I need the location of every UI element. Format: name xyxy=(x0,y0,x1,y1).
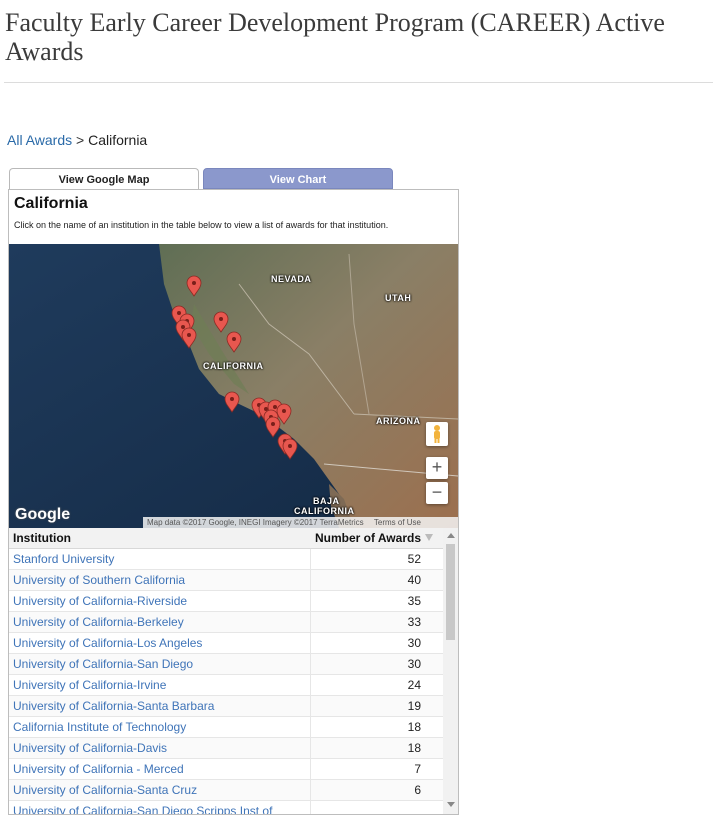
scroll-up-arrow-icon[interactable] xyxy=(447,533,455,538)
column-header-number-of-awards[interactable]: Number of Awards xyxy=(315,531,421,545)
institution-link[interactable]: University of California-Berkeley xyxy=(13,615,184,629)
award-count: 24 xyxy=(407,678,421,692)
scroll-thumb[interactable] xyxy=(446,544,455,640)
column-divider xyxy=(310,759,311,780)
map-label-utah: UTAH xyxy=(385,293,412,303)
awards-table: Institution Number of Awards Stanford Un… xyxy=(9,528,458,814)
map-attribution: Map data ©2017 Google, INEGI Imagery ©20… xyxy=(143,517,458,528)
breadcrumb: All Awards > California xyxy=(7,132,147,148)
table-row: University of California-Riverside 35 xyxy=(9,591,443,612)
table-scrollbar[interactable] xyxy=(443,528,458,814)
table-body: Stanford University 52 University of South… xyxy=(9,549,443,814)
column-divider xyxy=(310,738,311,759)
column-divider xyxy=(310,570,311,591)
map-panel: California Click on the name of an insti… xyxy=(8,189,459,815)
institution-link[interactable]: University of Southern California xyxy=(13,573,185,587)
table-row: University of California-Davis 18 xyxy=(9,738,443,759)
table-row: University of California-Santa Cruz 6 xyxy=(9,780,443,801)
column-divider xyxy=(310,696,311,717)
table-row: University of California-Irvine 24 xyxy=(9,675,443,696)
award-count: 35 xyxy=(407,594,421,608)
column-divider xyxy=(310,633,311,654)
column-divider xyxy=(310,654,311,675)
sort-descending-icon xyxy=(425,534,433,541)
map-label-baja: BAJA xyxy=(313,496,340,506)
google-map[interactable]: NEVADA UTAH CALIFORNIA ARIZONA BAJA CALI… xyxy=(9,244,458,528)
terms-of-use-link[interactable]: Terms of Use xyxy=(374,518,421,527)
column-divider xyxy=(310,612,311,633)
award-count: 40 xyxy=(407,573,421,587)
institution-link[interactable]: University of California-Irvine xyxy=(13,678,166,692)
table-row: University of California-San Diego 30 xyxy=(9,654,443,675)
column-divider xyxy=(310,549,311,570)
award-count: 30 xyxy=(407,657,421,671)
map-label-nevada: NEVADA xyxy=(271,274,312,284)
table-row: University of California-San Diego Scrip… xyxy=(9,801,443,814)
tab-view-google-map[interactable]: View Google Map xyxy=(9,168,199,190)
table-row: University of California-Los Angeles 30 xyxy=(9,633,443,654)
column-divider xyxy=(310,591,311,612)
map-terrain xyxy=(9,244,458,528)
award-count: 18 xyxy=(407,720,421,734)
institution-link[interactable]: California Institute of Technology xyxy=(13,720,186,734)
institution-link[interactable]: University of California - Merced xyxy=(13,762,184,776)
scroll-down-arrow-icon[interactable] xyxy=(447,802,455,807)
column-header-institution[interactable]: Institution xyxy=(13,531,71,545)
column-divider xyxy=(310,801,311,814)
table-row: University of Southern California 40 xyxy=(9,570,443,591)
institution-link[interactable]: University of California-Santa Cruz xyxy=(13,783,197,797)
column-divider xyxy=(310,717,311,738)
award-count: 6 xyxy=(414,783,421,797)
table-row: California Institute of Technology 18 xyxy=(9,717,443,738)
breadcrumb-all-awards-link[interactable]: All Awards xyxy=(7,132,72,148)
institution-link[interactable]: University of California-Riverside xyxy=(13,594,187,608)
award-count: 33 xyxy=(407,615,421,629)
panel-title: California xyxy=(14,195,88,212)
street-view-pegman-button[interactable] xyxy=(426,422,448,446)
breadcrumb-current: California xyxy=(88,132,148,148)
award-count: 18 xyxy=(407,741,421,755)
institution-link[interactable]: University of California-San Diego Scrip… xyxy=(13,804,272,814)
award-count: 52 xyxy=(407,552,421,566)
table-row: University of California-Santa Barbara 19 xyxy=(9,696,443,717)
award-count: 7 xyxy=(414,762,421,776)
title-divider xyxy=(4,82,713,83)
google-logo: Google xyxy=(15,506,71,523)
tab-view-chart[interactable]: View Chart xyxy=(203,168,393,189)
pegman-icon xyxy=(434,425,440,443)
map-label-arizona: ARIZONA xyxy=(376,416,421,426)
institution-link[interactable]: University of California-Santa Barbara xyxy=(13,699,214,713)
table-row: Stanford University 52 xyxy=(9,549,443,570)
breadcrumb-separator: > xyxy=(76,132,85,148)
zoom-in-button[interactable]: + xyxy=(426,457,448,479)
award-count: 19 xyxy=(407,699,421,713)
institution-link[interactable]: University of California-San Diego xyxy=(13,657,193,671)
award-count: 30 xyxy=(407,636,421,650)
map-label-baja-california: CALIFORNIA xyxy=(294,506,355,516)
panel-description: Click on the name of an institution in t… xyxy=(14,220,389,230)
institution-link[interactable]: University of California-Los Angeles xyxy=(13,636,202,650)
table-header: Institution Number of Awards xyxy=(9,528,443,549)
column-divider xyxy=(310,780,311,801)
table-row: University of California-Berkeley 33 xyxy=(9,612,443,633)
institution-link[interactable]: University of California-Davis xyxy=(13,741,167,755)
map-label-california: CALIFORNIA xyxy=(203,361,264,371)
institution-link[interactable]: Stanford University xyxy=(13,552,114,566)
page-title: Faculty Early Career Development Program… xyxy=(5,8,665,66)
table-row: University of California - Merced 7 xyxy=(9,759,443,780)
zoom-out-button[interactable]: − xyxy=(426,482,448,504)
map-data-credit: Map data ©2017 Google, INEGI Imagery ©20… xyxy=(147,518,364,527)
column-divider xyxy=(310,675,311,696)
